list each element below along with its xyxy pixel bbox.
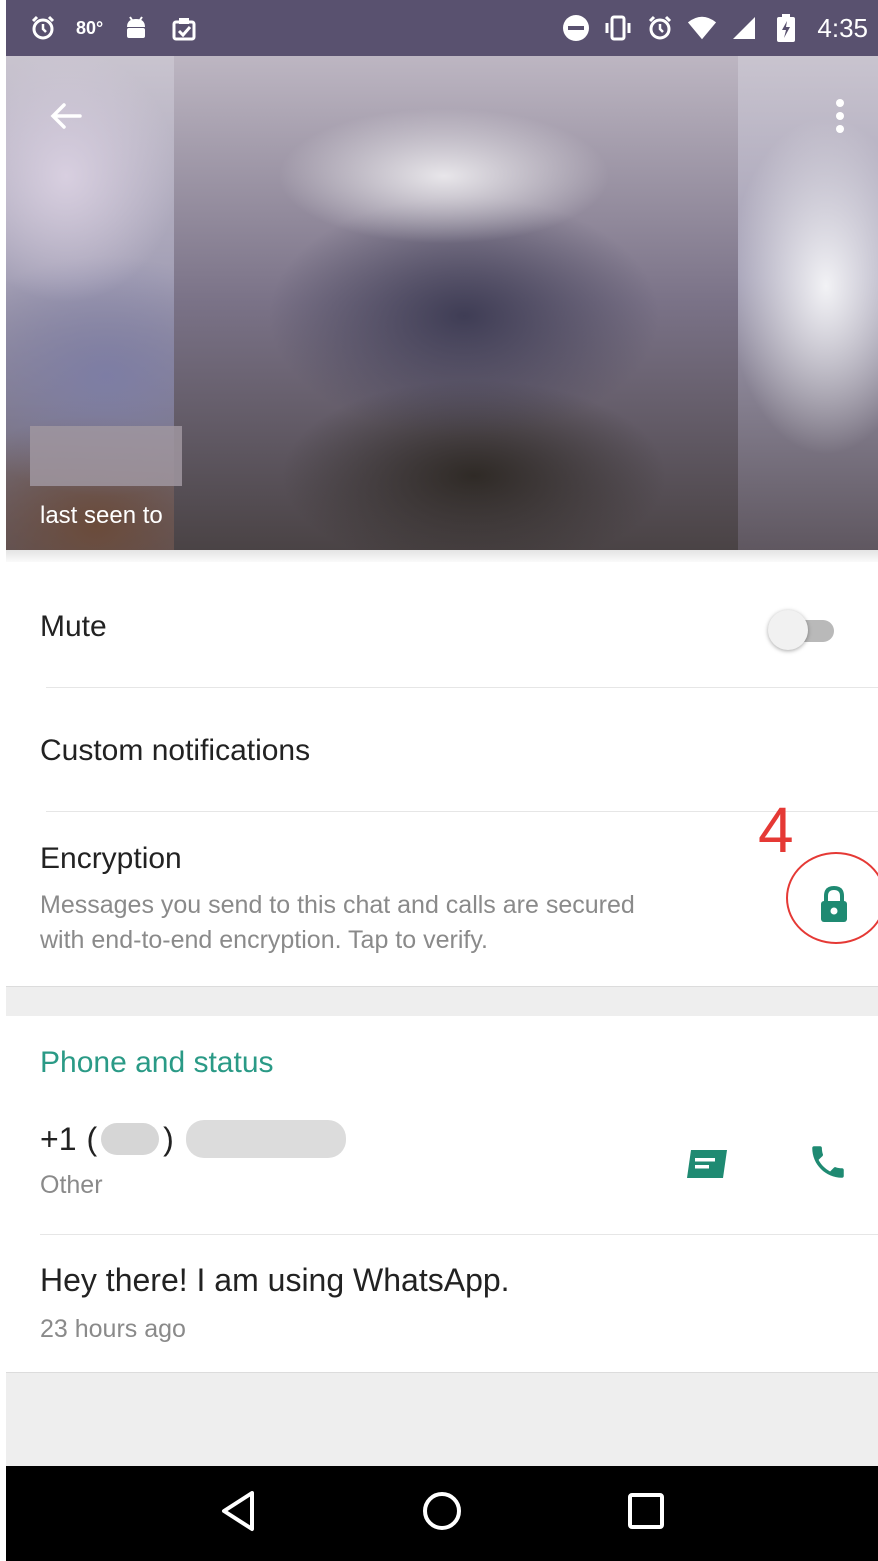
do-not-disturb-icon [561,13,591,43]
nav-back-icon [218,1489,258,1538]
phone-and-status-section: Phone and status +1 ( ) Other Hey there!… [6,1016,878,1372]
encryption-desc-line2: with end-to-end encryption. Tap to verif… [40,926,488,954]
alarm-icon [645,13,675,43]
mute-row[interactable]: Mute [6,562,878,688]
encryption-lock-button[interactable] [806,878,862,934]
profile-header: last seen to [6,56,878,550]
wifi-icon [687,13,717,43]
phone-digits-redacted [185,1120,346,1158]
annotation-number: 4 [758,794,794,866]
system-nav-bar [6,1466,878,1561]
toggle-knob [768,610,808,650]
vibrate-icon [603,13,633,43]
country-code: +1 [40,1120,77,1157]
phone-type-label: Other [40,1171,103,1199]
bottom-gray-area [6,1372,878,1466]
left-frame-strip [0,0,6,1561]
area-code-redacted [101,1123,160,1155]
encryption-label: Encryption [40,842,182,875]
call-button[interactable] [802,1138,854,1190]
message-button[interactable] [682,1140,734,1192]
encryption-row[interactable]: Encryption Messages you send to this cha… [6,798,878,986]
alarm-icon [28,13,58,43]
nav-back-button[interactable] [208,1484,268,1544]
last-seen-text: last seen to [40,502,163,529]
mute-toggle[interactable] [768,608,838,652]
android-icon [121,13,151,43]
paren-close: ) [163,1120,174,1157]
header-shadow [6,550,878,562]
status-timestamp: 23 hours ago [40,1315,186,1343]
custom-notifications-label: Custom notifications [40,734,311,767]
phone-number[interactable]: +1 ( ) [40,1120,346,1158]
more-options-button[interactable] [820,94,860,142]
section-header-phone-status: Phone and status [40,1046,274,1079]
paren-open: ( [86,1120,98,1157]
divider [40,1234,878,1235]
arrow-back-icon [46,96,86,141]
encryption-description: Messages you send to this chat and calls… [40,888,770,958]
lock-icon [816,884,852,929]
back-button[interactable] [42,94,90,142]
profile-photo[interactable] [174,56,738,550]
phone-icon [807,1141,849,1188]
nav-home-icon [420,1489,464,1538]
clipboard-check-icon [169,13,199,43]
nav-recents-button[interactable] [616,1484,676,1544]
temperature-text: 80° [76,17,104,38]
battery-charging-icon [771,13,801,43]
contact-name-redacted [30,426,182,486]
more-vert-icon [834,96,846,141]
nav-recents-icon [626,1491,666,1536]
status-bar: 80° 4:35 [6,0,878,56]
nav-home-button[interactable] [412,1484,472,1544]
mute-label: Mute [40,610,107,643]
custom-notifications-row[interactable]: Custom notifications [6,688,878,812]
about-status-text[interactable]: Hey there! I am using WhatsApp. [40,1262,510,1299]
message-icon [685,1144,731,1189]
signal-icon [729,13,759,43]
encryption-desc-line1: Messages you send to this chat and calls… [40,891,635,919]
clock-time: 4:35 [817,12,868,43]
section-gap [6,986,878,1016]
